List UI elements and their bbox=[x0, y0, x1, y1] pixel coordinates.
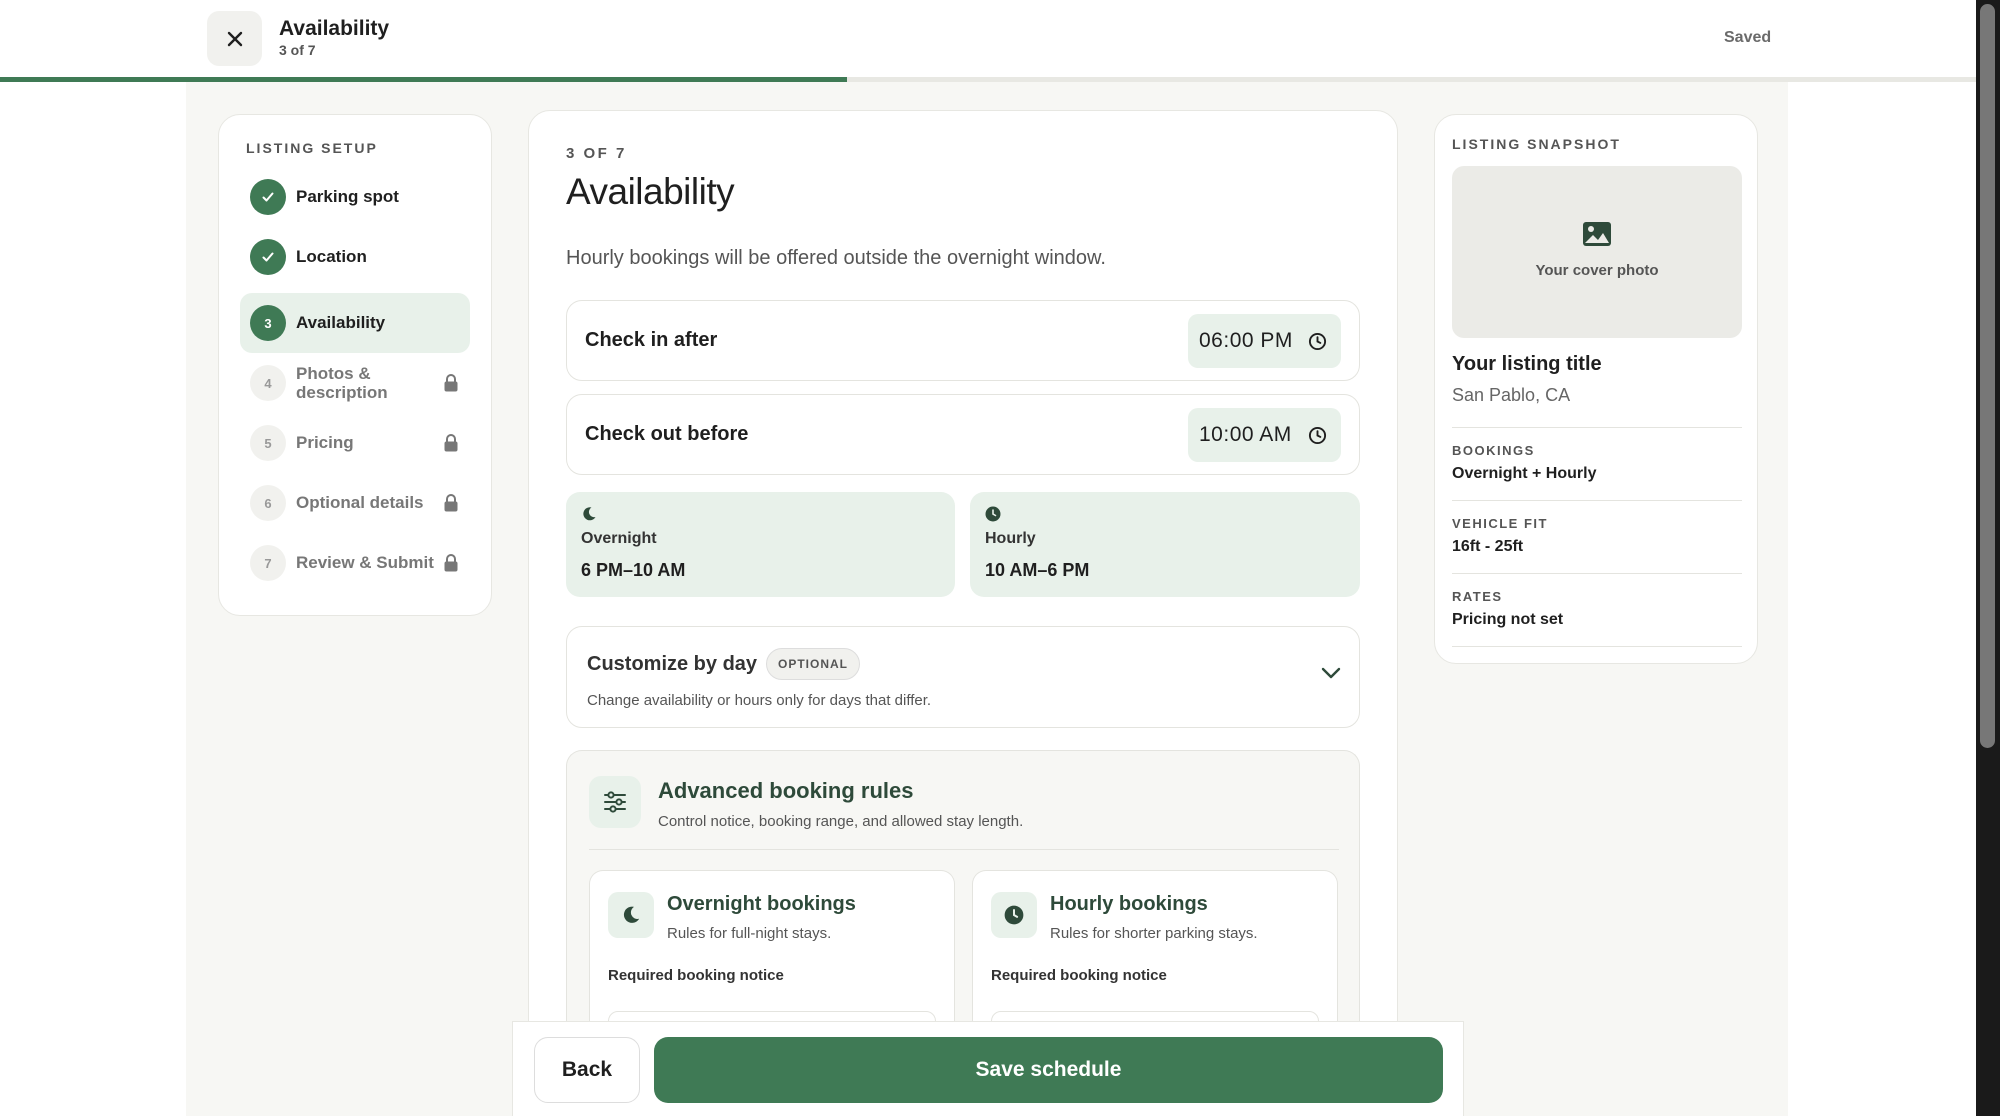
check-out-time-input[interactable]: 10:00 AM bbox=[1188, 408, 1341, 462]
check-out-time-value: 10:00 AM bbox=[1199, 423, 1292, 446]
divider bbox=[1452, 573, 1742, 574]
lock-icon bbox=[444, 494, 458, 512]
check-in-label: Check in after bbox=[585, 329, 718, 351]
hourly-window-label: Hourly bbox=[985, 530, 1036, 547]
lock-icon bbox=[444, 434, 458, 452]
clock-icon bbox=[1308, 332, 1327, 351]
check-out-label: Check out before bbox=[585, 423, 749, 445]
check-icon bbox=[250, 239, 286, 275]
step-number: 4 bbox=[250, 365, 286, 401]
check-in-time-input[interactable]: 06:00 PM bbox=[1188, 314, 1341, 368]
check-icon bbox=[250, 179, 286, 215]
divider bbox=[589, 849, 1339, 850]
save-status: Saved bbox=[1724, 29, 1772, 46]
listing-title: Your listing title bbox=[1452, 353, 1602, 375]
step-eyebrow: 3 OF 7 bbox=[566, 145, 627, 162]
customize-description: Change availability or hours only for da… bbox=[587, 692, 932, 709]
sidebar-item-optional-details[interactable]: 6 Optional details bbox=[240, 473, 470, 533]
advanced-description: Control notice, booking range, and allow… bbox=[658, 813, 1024, 830]
step-number: 3 bbox=[250, 305, 286, 341]
overnight-window-card: Overnight 6 PM–10 AM bbox=[566, 492, 955, 597]
check-in-time-value: 06:00 PM bbox=[1199, 329, 1293, 352]
clock-icon bbox=[991, 892, 1037, 938]
lock-icon bbox=[444, 554, 458, 572]
close-button[interactable] bbox=[207, 11, 262, 66]
customize-title: Customize by day bbox=[587, 653, 758, 675]
save-schedule-button[interactable]: Save schedule bbox=[654, 1037, 1443, 1103]
divider bbox=[1452, 500, 1742, 501]
clock-icon bbox=[985, 506, 1001, 522]
step-number: 6 bbox=[250, 485, 286, 521]
optional-badge: OPTIONAL bbox=[766, 648, 860, 680]
listing-snapshot: LISTING SNAPSHOT Your cover photo Your l… bbox=[1434, 114, 1758, 664]
availability-card: 3 OF 7 Availability Hourly bookings will… bbox=[528, 110, 1398, 1116]
back-button[interactable]: Back bbox=[534, 1037, 640, 1103]
sidebar-heading: LISTING SETUP bbox=[246, 140, 378, 156]
rates-value: Pricing not set bbox=[1452, 611, 1564, 628]
top-bar: Availability 3 of 7 Saved bbox=[0, 0, 1976, 78]
hourly-window-value: 10 AM–6 PM bbox=[985, 560, 1090, 580]
sidebar-item-availability[interactable]: 3 Availability bbox=[240, 293, 470, 353]
sidebar-item-label: Review & Submit bbox=[296, 553, 434, 572]
check-out-row: Check out before 10:00 AM bbox=[566, 394, 1360, 475]
sidebar-item-label: Location bbox=[296, 247, 367, 266]
cover-photo-text: Your cover photo bbox=[1535, 262, 1659, 279]
sidebar-item-parking-spot[interactable]: Parking spot bbox=[240, 167, 470, 227]
scrollbar-thumb[interactable] bbox=[1980, 4, 1995, 748]
chevron-down-icon bbox=[1321, 667, 1341, 679]
sidebar-item-review[interactable]: 7 Review & Submit bbox=[240, 533, 470, 593]
hourly-notice-label: Required booking notice bbox=[991, 967, 1167, 984]
setup-sidebar: LISTING SETUP Parking spot Location 3 Av… bbox=[218, 114, 492, 616]
scrollbar[interactable] bbox=[1976, 0, 2000, 1116]
sidebar-item-photos[interactable]: 4 Photos & description bbox=[240, 353, 470, 413]
overnight-window-value: 6 PM–10 AM bbox=[581, 560, 686, 580]
sidebar-item-label: Availability bbox=[296, 313, 386, 332]
step-counter: 3 of 7 bbox=[279, 42, 316, 58]
vehicle-fit-label: VEHICLE FIT bbox=[1452, 516, 1548, 531]
sidebar-item-label: Photos & description bbox=[296, 364, 388, 402]
advanced-title: Advanced booking rules bbox=[658, 778, 914, 803]
sidebar-item-label: Pricing bbox=[296, 433, 354, 452]
clock-icon bbox=[1308, 426, 1327, 445]
page-title: Availability bbox=[279, 17, 390, 40]
bookings-label: BOOKINGS bbox=[1452, 443, 1535, 458]
lock-icon bbox=[444, 374, 458, 392]
step-number: 7 bbox=[250, 545, 286, 581]
sidebar-item-label: Optional details bbox=[296, 493, 424, 512]
hourly-rules-title: Hourly bookings bbox=[1050, 893, 1208, 915]
snapshot-heading: LISTING SNAPSHOT bbox=[1452, 136, 1621, 152]
overnight-window-label: Overnight bbox=[581, 530, 657, 547]
hourly-window-card: Hourly 10 AM–6 PM bbox=[970, 492, 1360, 597]
sidebar-item-pricing[interactable]: 5 Pricing bbox=[240, 413, 470, 473]
hourly-rules-description: Rules for shorter parking stays. bbox=[1050, 925, 1258, 942]
moon-icon bbox=[583, 507, 596, 521]
overnight-rules-description: Rules for full-night stays. bbox=[667, 925, 832, 942]
close-icon bbox=[227, 31, 242, 46]
section-title: Availability bbox=[566, 171, 735, 212]
rates-label: RATES bbox=[1452, 589, 1503, 604]
divider bbox=[1452, 427, 1742, 428]
vehicle-fit-value: 16ft - 25ft bbox=[1452, 538, 1524, 555]
moon-icon bbox=[608, 892, 654, 938]
sliders-icon bbox=[589, 776, 641, 828]
overnight-rules-title: Overnight bookings bbox=[667, 893, 856, 915]
check-in-row: Check in after 06:00 PM bbox=[566, 300, 1360, 381]
overnight-notice-label: Required booking notice bbox=[608, 967, 784, 984]
customize-by-day-toggle[interactable]: Customize by day OPTIONAL Change availab… bbox=[566, 626, 1360, 728]
step-number: 5 bbox=[250, 425, 286, 461]
footer-actions: Back Save schedule bbox=[512, 1021, 1464, 1116]
intro-text: Hourly bookings will be offered outside … bbox=[566, 247, 1106, 269]
sidebar-item-location[interactable]: Location bbox=[240, 227, 470, 287]
listing-location: San Pablo, CA bbox=[1452, 385, 1571, 405]
cover-photo-placeholder[interactable]: Your cover photo bbox=[1452, 166, 1742, 338]
image-icon bbox=[1583, 222, 1611, 246]
bookings-value: Overnight + Hourly bbox=[1452, 465, 1597, 482]
sidebar-item-label: Parking spot bbox=[296, 187, 399, 206]
divider bbox=[1452, 646, 1742, 647]
